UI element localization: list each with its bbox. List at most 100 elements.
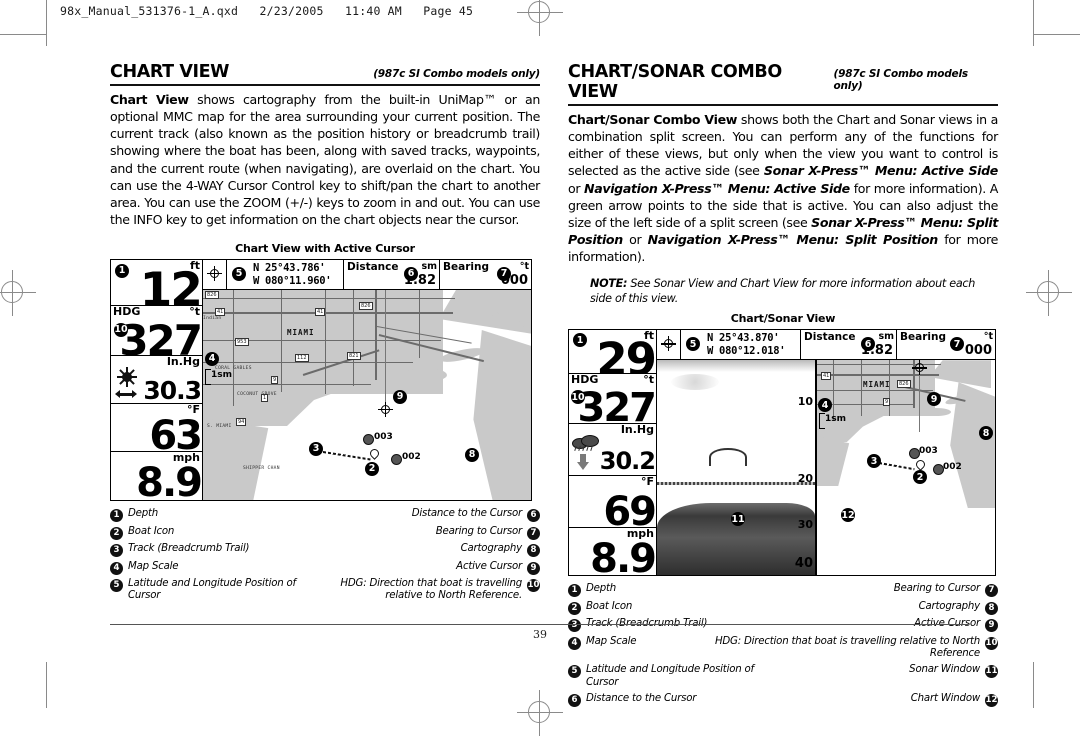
route-shield: 953 (235, 338, 249, 346)
legend-num: 7 (527, 526, 540, 540)
latitude-value: N 25°43.786' (253, 262, 326, 274)
registration-mark-left (0, 270, 36, 316)
waypoint-002-label: 002 (402, 452, 421, 462)
cursor-position: N 25°43.786' W 080°11.960' (253, 262, 332, 287)
hdg-label: HDG (571, 374, 599, 387)
bearing-value: 000 (964, 343, 992, 359)
right-models-note: (987c SI Combo models only) (833, 68, 969, 92)
legend-label: Active Cursor (456, 560, 522, 572)
pressure-value: 30.3 (143, 375, 202, 404)
callout-12: 12 (841, 508, 855, 523)
callout-5: 5 (232, 267, 246, 281)
legend-num: 8 (985, 601, 998, 615)
callout-7: 7 (950, 337, 964, 352)
crop-mark-top-left-h (0, 34, 46, 35)
waypoint-002-label: 002 (943, 462, 962, 473)
depth-value: 29 (596, 333, 656, 375)
callout-2: 2 (913, 470, 927, 485)
footer-rule (110, 624, 968, 626)
falling-arrow-icon (577, 454, 589, 471)
distance-label: Distance (347, 261, 399, 273)
depth-tick: 20 (797, 472, 813, 486)
map-scale-label: 1sm (211, 370, 232, 380)
map-scale-label: 1sm (825, 414, 846, 425)
note-block: NOTE: See Sonar View and Chart View for … (590, 277, 998, 306)
callout-10: 10 (571, 390, 585, 405)
map-place-label: MIAMI (287, 328, 315, 337)
legend-label: Boat Icon (128, 525, 175, 537)
chart-sonar-combo-screenshot: ft 1 29 HDG °t 10 327 In.Hg 30.2 °F 69 m… (568, 329, 996, 577)
temp-value: 63 (149, 413, 202, 452)
callout-8: 8 (465, 448, 479, 462)
left-models-note: (987c SI Combo models only) (373, 68, 540, 80)
cursor-crosshair-icon (207, 266, 222, 281)
crop-mark-bottom-right (1033, 662, 1034, 708)
callout-7: 7 (497, 267, 511, 281)
distance-unit: sm (421, 261, 437, 272)
heading-readout-box: HDG °t 10 327 (111, 306, 202, 356)
crop-mark-bottom-left (46, 662, 47, 708)
bearing-unit: °t (983, 331, 993, 343)
latitude-value: N 25°43.870' (707, 332, 780, 345)
chart-view-screenshot: ft 1 12 HDG °t 10 327 In.Hg 30.3 °F 63 m… (110, 259, 532, 501)
bearing-cell: Bearing °t 7 000 (440, 260, 531, 289)
legend-label: Distance to the Cursor (411, 508, 522, 519)
cursor-indicator-cell (203, 260, 227, 289)
legend-label: HDG: Direction that boat is travelling r… (340, 578, 522, 602)
pressure-readout-box: In.Hg 30.3 (111, 356, 202, 404)
legend-label: Latitude and Longitude Position of Curso… (128, 578, 296, 602)
route-shield: 41 (821, 372, 832, 381)
callout-9: 9 (927, 392, 941, 407)
distance-cell: Distance sm 6 1.82 (344, 260, 440, 289)
left-section-title: CHART VIEW (110, 62, 230, 82)
callout-5: 5 (686, 337, 700, 352)
legend-num: 5 (110, 579, 123, 592)
heading-readout-box: HDG °t 10 327 (569, 374, 656, 425)
bearing-label: Bearing (443, 261, 489, 273)
waypoint-002-marker (391, 454, 402, 465)
route-shield: 826 (897, 380, 911, 389)
legend-num: 8 (527, 544, 540, 557)
registration-mark-top (517, 0, 563, 36)
legend-num: 4 (110, 561, 123, 575)
callout-11: 11 (731, 512, 745, 527)
callout-10: 10 (114, 323, 128, 337)
callout-3: 3 (309, 442, 323, 456)
manual-page: 98x_Manual_531376-1_A.qxd 2/23/2005 11:4… (0, 0, 1080, 736)
route-shield: 112 (295, 354, 309, 362)
temp-value: 69 (603, 489, 656, 529)
left-figure-caption: Chart View with Active Cursor (235, 242, 415, 255)
depth-tick: 40 (794, 556, 813, 572)
map-minor-label: COCONUT GROVE (237, 392, 277, 397)
depth-readout-box: ft 1 12 (111, 260, 202, 306)
speed-value: 8.9 (136, 460, 202, 498)
cursor-indicator-cell (657, 330, 681, 360)
waypoint-003-label: 003 (919, 446, 938, 457)
combo-top-info-bar: 5 N 25°43.870' W 080°12.018' Distance sm … (657, 330, 995, 361)
legend-num: 11 (985, 665, 998, 679)
legend-label: Depth (586, 583, 617, 595)
callout-2: 2 (365, 462, 379, 476)
distance-cell: Distance sm 6 1.82 (801, 330, 897, 360)
crop-mark-top-left (46, 0, 47, 46)
legend-num: 3 (110, 544, 123, 557)
route-shield: 821 (347, 352, 361, 360)
chart-map-area: 41 41 953 112 9 1 94 826 821 826 MIAMI C… (203, 290, 531, 500)
map-place-label: MIAMI (863, 380, 891, 390)
route-shield: 41 (315, 308, 326, 316)
cursor-position: N 25°43.870' W 080°12.018' (707, 332, 786, 357)
right-column: CHART/SONAR COMBO VIEW (987c SI Combo mo… (568, 62, 998, 710)
crop-mark-top-right-h (1034, 34, 1080, 35)
legend-label: Distance to the Cursor (586, 692, 697, 704)
distance-label: Distance (804, 331, 856, 344)
sun-icon (117, 367, 137, 387)
right-paragraph-lead: Chart/Sonar Combo View (568, 112, 738, 127)
legend-num: 1 (568, 584, 581, 598)
pressure-readout-box: In.Hg 30.2 (569, 424, 656, 477)
legend-num: 6 (527, 509, 540, 522)
speed-readout-box: mph 8.9 (569, 528, 656, 574)
legend-num: 9 (527, 561, 540, 575)
pressure-unit-label: In.Hg (166, 356, 200, 368)
hdg-value: 327 (119, 315, 202, 356)
fish-arch (709, 448, 747, 467)
